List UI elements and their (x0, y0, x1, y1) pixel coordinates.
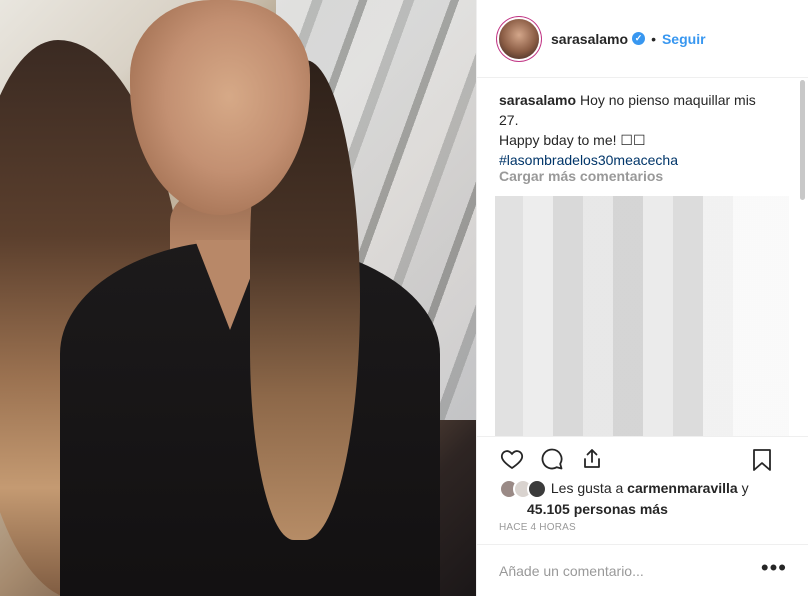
load-more-comments-button[interactable]: Cargar más comentarios (499, 168, 663, 184)
author-avatar[interactable] (499, 18, 539, 59)
bookmark-icon[interactable] (749, 447, 775, 473)
post-photo[interactable] (0, 0, 476, 596)
likes-prefix: Les gusta a (550, 480, 624, 496)
action-bar (477, 436, 808, 480)
caption-text-2: 27. (499, 112, 519, 128)
liker-avatar[interactable] (527, 479, 547, 500)
author-username[interactable]: sarasalamo (551, 31, 628, 47)
post-header: sarasalamo ✓ • Seguir (477, 0, 808, 78)
caption-text-3: Happy bday to me! ☐☐ (499, 132, 646, 148)
follow-button[interactable]: Seguir (662, 31, 706, 47)
post-side-panel: sarasalamo ✓ • Seguir sarasalamo Hoy no … (476, 0, 808, 596)
likes-count[interactable]: 45.105 personas más (499, 499, 799, 519)
verified-badge-icon: ✓ (632, 32, 646, 45)
caption-username[interactable]: sarasalamo (499, 92, 576, 108)
comments-scrollbar[interactable] (800, 80, 805, 200)
share-icon[interactable] (579, 446, 605, 472)
heart-icon[interactable] (499, 446, 525, 472)
caption: sarasalamo Hoy no pienso maquillar mis 2… (499, 90, 799, 170)
caption-text-1: Hoy no pienso maquillar mis (579, 92, 756, 108)
comment-input[interactable] (499, 562, 759, 579)
comment-icon[interactable] (539, 446, 565, 472)
post-timestamp[interactable]: HACE 4 HORAS (499, 522, 576, 533)
caption-line-1: sarasalamo Hoy no pienso maquillar mis (499, 90, 799, 110)
comment-composer: ••• (477, 544, 808, 596)
separator-dot: • (651, 30, 656, 47)
more-options-icon[interactable]: ••• (761, 557, 787, 579)
likes-user[interactable]: carmenmaravilla (627, 480, 738, 496)
liker-avatars (499, 479, 547, 500)
blurred-comments-area (495, 196, 789, 436)
caption-hashtag[interactable]: #lasombradelos30meacecha (499, 150, 799, 170)
likes-suffix: y (741, 480, 749, 496)
likes-summary: Les gusta a carmenmaravilla y 45.105 per… (499, 478, 799, 519)
